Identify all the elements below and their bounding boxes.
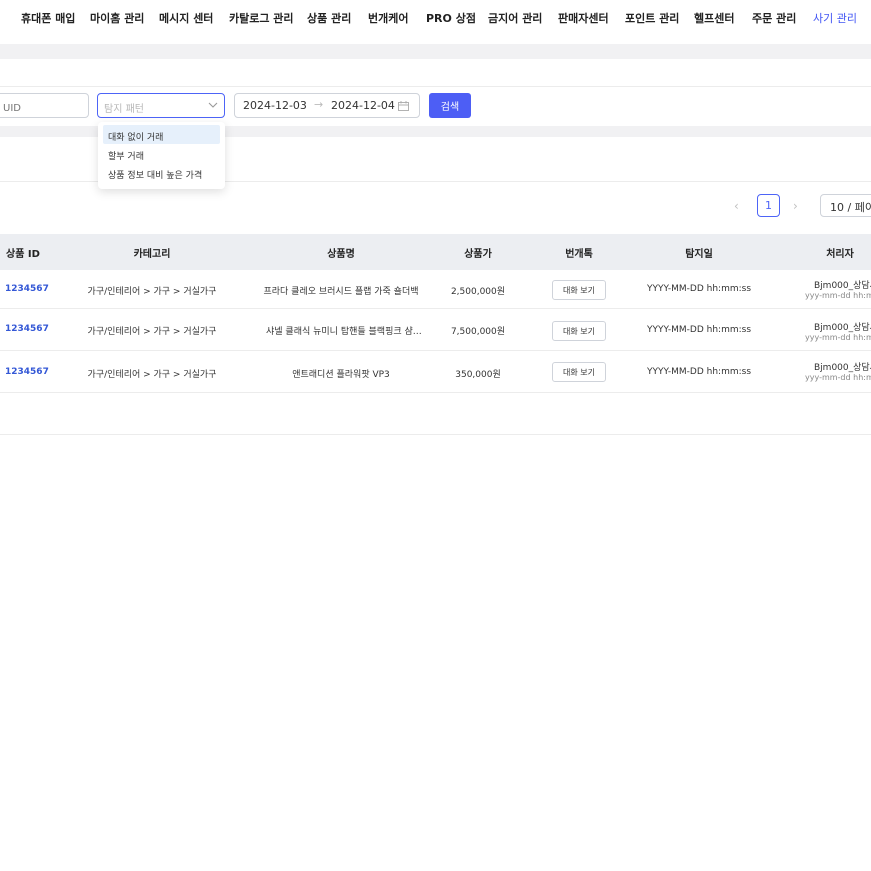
product-id-link[interactable]: 1234567	[5, 284, 49, 294]
column-header-detected-at: 탐지일	[685, 249, 713, 260]
nav-item-products[interactable]: 상품 관리	[307, 10, 351, 26]
dropdown-option-installment-trade[interactable]: 할부 거래	[103, 144, 220, 163]
product-id-link[interactable]: 1234567	[5, 324, 49, 334]
nav-item-phone-buyback[interactable]: 휴대폰 매입	[21, 10, 75, 26]
column-header-product-id: 상품 ID	[6, 249, 40, 260]
nav-item-fraud[interactable]: 사기 관리	[813, 10, 857, 26]
column-header-handler: 처리자	[826, 249, 854, 260]
divider-line	[0, 86, 871, 87]
nav-item-message-center[interactable]: 메시지 센터	[159, 10, 213, 26]
view-chat-button[interactable]: 대화 보기	[552, 321, 606, 341]
nav-item-myhome[interactable]: 마이홈 관리	[90, 10, 144, 26]
category-cell: 가구/인테리어 > 가구 > 거실가구	[87, 327, 217, 337]
pattern-dropdown-menu: 대화 없이 거래 할부 거래 상품 정보 대비 높은 가격	[98, 122, 225, 189]
detected-at-cell: YYYY-MM-DD hh:mm:ss	[646, 325, 752, 335]
price-cell: 2,500,000원	[450, 287, 506, 297]
dropdown-option-high-price[interactable]: 상품 정보 대비 높은 가격	[103, 163, 220, 182]
pagination-page-1[interactable]: 1	[757, 194, 780, 217]
product-name-cell: 샤넬 클래식 뉴미니 탑핸들 블랙핑크 샴페인	[266, 327, 424, 337]
calendar-icon	[398, 101, 409, 111]
chevron-down-icon	[208, 102, 218, 108]
handler-name: Bjm000_상담사	[814, 363, 871, 373]
top-navigation: 휴대폰 매입 마이홈 관리 메시지 센터 카탈로그 관리 상품 관리 번개케어 …	[0, 0, 871, 34]
column-header-category: 카테고리	[133, 249, 171, 260]
nav-item-help-center[interactable]: 헬프센터	[694, 10, 734, 26]
category-cell: 가구/인테리어 > 가구 > 거실가구	[87, 287, 217, 297]
table-row: 1234567 가구/인테리어 > 가구 > 거실가구 앤트래디션 플라워팟 V…	[0, 351, 871, 393]
handled-at: yyy-mm-dd hh:mm:ss	[805, 333, 871, 342]
date-range-arrow: →	[314, 98, 324, 111]
product-name-cell: 앤트래디션 플라워팟 VP3	[292, 370, 390, 380]
price-cell: 350,000원	[455, 370, 501, 380]
handled-at: yyy-mm-dd hh:mm:ss	[805, 373, 871, 382]
nav-item-orders[interactable]: 주문 관리	[752, 10, 796, 26]
nav-item-pro-shop[interactable]: PRO 상점	[426, 10, 476, 26]
date-range-picker[interactable]: 2024-12-03 → 2024-12-04	[234, 93, 420, 118]
column-header-product-name: 상품명	[327, 249, 355, 260]
table-row: 1234567 가구/인테리어 > 가구 > 거실가구 샤넬 클래식 뉴미니 탑…	[0, 309, 871, 351]
divider-line	[0, 434, 871, 435]
pattern-select[interactable]: 탐지 패턴	[97, 93, 225, 118]
pagination-next[interactable]: ›	[793, 199, 798, 213]
nav-item-banned-words[interactable]: 금지어 관리	[488, 10, 542, 26]
page-size-select[interactable]: 10 / 페이지	[820, 194, 871, 217]
handled-at: yyy-mm-dd hh:mm:ss	[805, 291, 871, 300]
category-cell: 가구/인테리어 > 가구 > 거실가구	[87, 370, 217, 380]
column-header-price: 상품가	[464, 249, 492, 260]
product-name-cell: 프라다 클레오 브러시드 플랩 가죽 숄더백	[263, 287, 419, 297]
date-start[interactable]: 2024-12-03	[243, 99, 307, 112]
uid-input[interactable]	[0, 93, 89, 118]
view-chat-button[interactable]: 대화 보기	[552, 362, 606, 382]
nav-item-seller-center[interactable]: 판매자센터	[558, 10, 609, 26]
handler-name: Bjm000_상담사	[814, 281, 871, 291]
nav-item-catalog[interactable]: 카탈로그 관리	[229, 10, 294, 26]
view-chat-button[interactable]: 대화 보기	[552, 280, 606, 300]
nav-item-bungae-care[interactable]: 번개케어	[368, 10, 408, 26]
detected-at-cell: YYYY-MM-DD hh:mm:ss	[646, 284, 752, 294]
column-header-bungae-talk: 번개톡	[565, 249, 593, 260]
search-button[interactable]: 검색	[429, 93, 471, 118]
nav-item-points[interactable]: 포인트 관리	[625, 10, 679, 26]
section-divider	[0, 44, 871, 59]
detected-at-cell: YYYY-MM-DD hh:mm:ss	[646, 367, 752, 377]
product-id-link[interactable]: 1234567	[5, 367, 49, 377]
date-end[interactable]: 2024-12-04	[331, 99, 395, 112]
table-header: 상품 ID 카테고리 상품명 상품가 번개톡 탐지일 처리자	[0, 234, 871, 270]
pattern-select-placeholder: 탐지 패턴	[104, 104, 144, 115]
table-row: 1234567 가구/인테리어 > 가구 > 거실가구 프라다 클레오 브러시드…	[0, 270, 871, 309]
dropdown-option-no-chat-trade[interactable]: 대화 없이 거래	[103, 125, 220, 144]
price-cell: 7,500,000원	[450, 327, 506, 337]
handler-name: Bjm000_상담사	[814, 323, 871, 333]
pagination-prev[interactable]: ‹	[734, 199, 739, 213]
